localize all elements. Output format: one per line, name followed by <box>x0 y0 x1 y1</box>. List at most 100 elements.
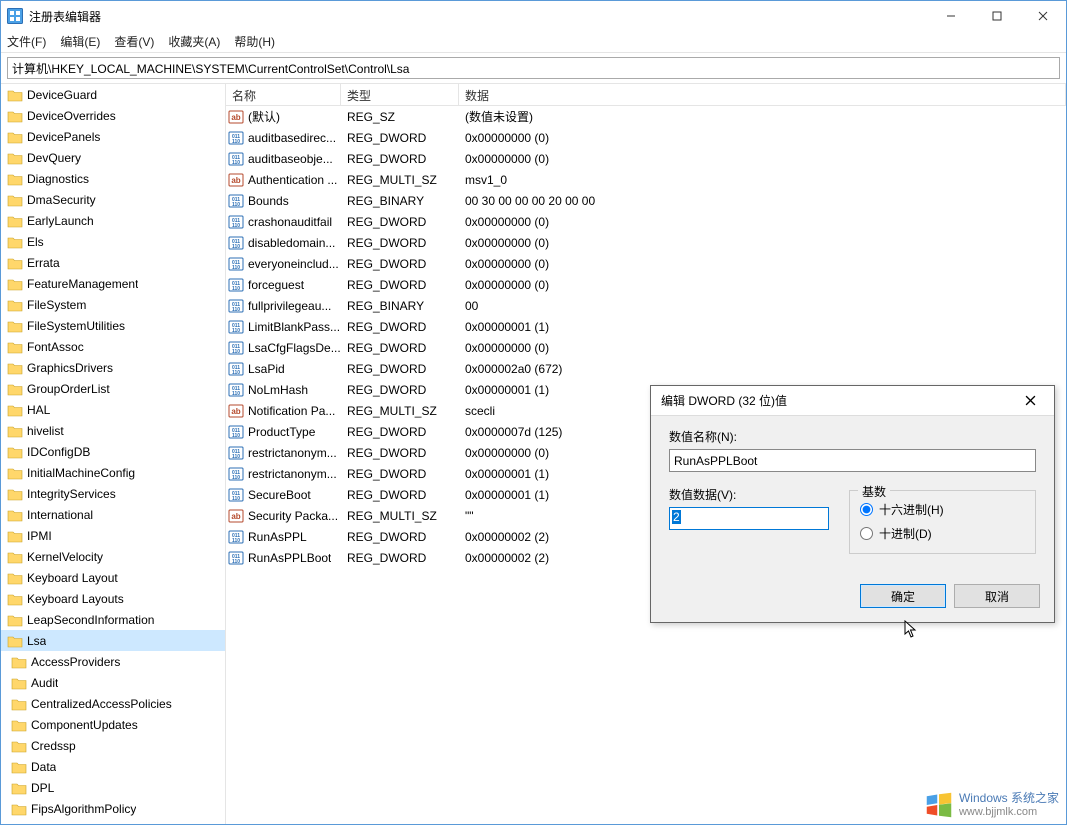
cancel-button[interactable]: 取消 <box>954 584 1040 608</box>
tree-item[interactable]: hivelist <box>1 420 225 441</box>
radix-hex-radio[interactable] <box>860 503 873 516</box>
value-data: 0x000002a0 (672) <box>459 362 1066 376</box>
tree-item-label: GraphicsDrivers <box>27 361 113 375</box>
value-row[interactable]: LsaCfgFlagsDe...REG_DWORD0x00000000 (0) <box>226 337 1066 358</box>
window-title: 注册表编辑器 <box>29 8 928 25</box>
value-row[interactable]: (默认)REG_SZ(数值未设置) <box>226 106 1066 127</box>
value-name: LsaCfgFlagsDe... <box>248 341 341 355</box>
tree-item[interactable]: IntegrityServices <box>1 483 225 504</box>
value-name: (默认) <box>248 108 280 125</box>
dialog-title: 编辑 DWORD (32 位)值 <box>661 392 1016 409</box>
value-row[interactable]: everyoneinclud...REG_DWORD0x00000000 (0) <box>226 253 1066 274</box>
value-type-icon <box>228 529 244 545</box>
value-data: 0x00000000 (0) <box>459 152 1066 166</box>
tree-item[interactable]: FontAssoc <box>1 336 225 357</box>
tree-item[interactable]: HAL <box>1 399 225 420</box>
tree-item[interactable]: Credssp <box>1 735 225 756</box>
value-name: fullprivilegeau... <box>248 299 331 313</box>
ok-button[interactable]: 确定 <box>860 584 946 608</box>
tree-item[interactable]: Keyboard Layouts <box>1 588 225 609</box>
tree-item-label: Lsa <box>27 634 46 648</box>
value-row[interactable]: disabledomain...REG_DWORD0x00000000 (0) <box>226 232 1066 253</box>
tree-item[interactable]: DevicePanels <box>1 126 225 147</box>
value-type-icon <box>228 550 244 566</box>
tree-item[interactable]: AccessProviders <box>1 651 225 672</box>
tree-item-label: Data <box>31 760 56 774</box>
minimize-button[interactable] <box>928 1 974 31</box>
tree-item[interactable]: IPMI <box>1 525 225 546</box>
radix-legend: 基数 <box>858 483 890 500</box>
tree-item-label: HAL <box>27 403 50 417</box>
value-name: SecureBoot <box>248 488 311 502</box>
tree-item[interactable]: FipsAlgorithmPolicy <box>1 798 225 819</box>
folder-icon <box>7 298 23 312</box>
tree-item[interactable]: DeviceGuard <box>1 84 225 105</box>
tree-item[interactable]: ComponentUpdates <box>1 714 225 735</box>
value-row[interactable]: LimitBlankPass...REG_DWORD0x00000001 (1) <box>226 316 1066 337</box>
value-row[interactable]: forceguestREG_DWORD0x00000000 (0) <box>226 274 1066 295</box>
tree-item-label: FontAssoc <box>27 340 84 354</box>
tree-item[interactable]: GroupOrderList <box>1 378 225 399</box>
value-name: NoLmHash <box>248 383 308 397</box>
tree-item[interactable]: EarlyLaunch <box>1 210 225 231</box>
col-header-data[interactable]: 数据 <box>459 84 1066 105</box>
value-type: REG_DWORD <box>341 446 459 460</box>
tree-item[interactable]: GraphicsDrivers <box>1 357 225 378</box>
tree-item[interactable]: Errata <box>1 252 225 273</box>
tree-item[interactable]: FeatureManagement <box>1 273 225 294</box>
value-name-field[interactable] <box>669 449 1036 472</box>
menu-view[interactable]: 查看(V) <box>114 33 154 50</box>
value-name: everyoneinclud... <box>248 257 339 271</box>
address-input[interactable] <box>7 57 1060 79</box>
value-row[interactable]: auditbaseobje... REG_DWORD0x00000000 (0) <box>226 148 1066 169</box>
tree-item[interactable]: Data <box>1 756 225 777</box>
tree-item[interactable]: Keyboard Layout <box>1 567 225 588</box>
list-header: 名称 类型 数据 <box>226 84 1066 106</box>
tree-item[interactable]: Diagnostics <box>1 168 225 189</box>
tree-item[interactable]: IDConfigDB <box>1 441 225 462</box>
tree-item[interactable]: DPL <box>1 777 225 798</box>
menu-edit[interactable]: 编辑(E) <box>60 33 100 50</box>
tree-item[interactable]: International <box>1 504 225 525</box>
value-row[interactable]: BoundsREG_BINARY00 30 00 00 00 20 00 00 <box>226 190 1066 211</box>
tree-item[interactable]: GBG <box>1 819 225 824</box>
tree-pane[interactable]: DeviceGuardDeviceOverridesDevicePanelsDe… <box>1 84 226 824</box>
tree-item[interactable]: CentralizedAccessPolicies <box>1 693 225 714</box>
value-row[interactable]: fullprivilegeau...REG_BINARY00 <box>226 295 1066 316</box>
tree-item[interactable]: FileSystemUtilities <box>1 315 225 336</box>
tree-item[interactable]: FileSystem <box>1 294 225 315</box>
value-data-field[interactable] <box>669 507 829 530</box>
value-data: (数值未设置) <box>459 108 1066 125</box>
value-type-icon <box>228 403 244 419</box>
maximize-button[interactable] <box>974 1 1020 31</box>
value-row[interactable]: LsaPidREG_DWORD0x000002a0 (672) <box>226 358 1066 379</box>
value-row[interactable]: crashonauditfailREG_DWORD0x00000000 (0) <box>226 211 1066 232</box>
tree-item[interactable]: KernelVelocity <box>1 546 225 567</box>
tree-item[interactable]: Els <box>1 231 225 252</box>
value-name-label: 数值名称(N): <box>669 428 1036 445</box>
tree-item[interactable]: Audit <box>1 672 225 693</box>
tree-item[interactable]: DevQuery <box>1 147 225 168</box>
dialog-close-button[interactable] <box>1016 387 1044 415</box>
folder-icon <box>7 529 23 543</box>
value-name: auditbaseobje... <box>248 152 333 166</box>
value-row[interactable]: auditbasedirec...REG_DWORD0x00000000 (0) <box>226 127 1066 148</box>
menu-favorites[interactable]: 收藏夹(A) <box>168 33 220 50</box>
tree-item[interactable]: DeviceOverrides <box>1 105 225 126</box>
tree-item-label: IPMI <box>27 529 52 543</box>
tree-item[interactable]: InitialMachineConfig <box>1 462 225 483</box>
address-bar <box>1 53 1066 83</box>
tree-item[interactable]: Lsa <box>1 630 225 651</box>
value-type: REG_DWORD <box>341 425 459 439</box>
menu-help[interactable]: 帮助(H) <box>234 33 275 50</box>
folder-icon <box>7 214 23 228</box>
menu-file[interactable]: 文件(F) <box>7 33 46 50</box>
radix-dec-radio[interactable] <box>860 527 873 540</box>
tree-item[interactable]: LeapSecondInformation <box>1 609 225 630</box>
close-button[interactable] <box>1020 1 1066 31</box>
value-type: REG_DWORD <box>341 152 459 166</box>
col-header-name[interactable]: 名称 <box>226 84 341 105</box>
value-row[interactable]: Authentication ...REG_MULTI_SZmsv1_0 <box>226 169 1066 190</box>
tree-item[interactable]: DmaSecurity <box>1 189 225 210</box>
col-header-type[interactable]: 类型 <box>341 84 459 105</box>
